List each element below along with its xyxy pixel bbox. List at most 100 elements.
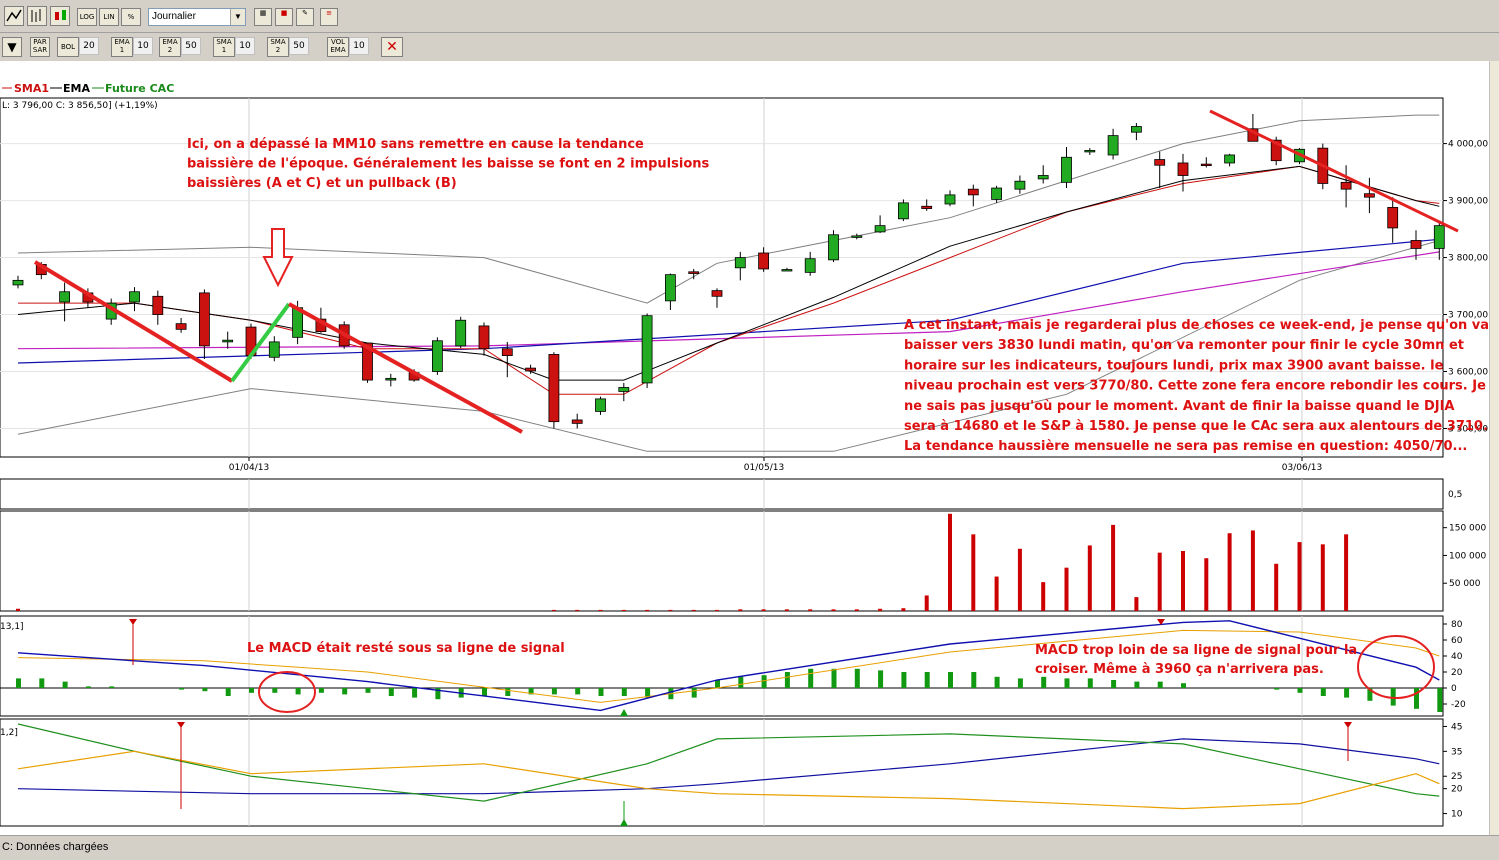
macd-histogram-bar bbox=[85, 686, 91, 688]
volume-bar bbox=[691, 609, 696, 611]
candle-body bbox=[618, 387, 630, 392]
macd-histogram-bar bbox=[482, 688, 487, 696]
candle-body bbox=[478, 325, 490, 350]
candle-body bbox=[1154, 159, 1166, 166]
dmi-tick-label: 45 bbox=[1451, 722, 1462, 732]
indicator-vol-ema[interactable]: VOL EMA bbox=[327, 37, 349, 57]
macd-histogram-bar bbox=[202, 688, 208, 692]
macd-histogram-bar bbox=[575, 688, 581, 695]
annotation-text-line: baissières (A et C) et un pullback (B) bbox=[187, 176, 457, 191]
chevron-down-icon[interactable]: ▼ bbox=[230, 9, 245, 25]
news-icon: ≡ bbox=[326, 9, 332, 17]
candle-body bbox=[431, 340, 443, 372]
indicator-bol-value[interactable]: 20 bbox=[79, 37, 99, 55]
macd-histogram-bar bbox=[1041, 676, 1047, 688]
indicator-sma1-value[interactable]: 10 bbox=[235, 37, 255, 55]
dmi-series-line bbox=[17, 723, 1440, 802]
volume-bar bbox=[1320, 544, 1325, 611]
volume-bar bbox=[808, 609, 813, 611]
macd-tick-label: 0 bbox=[1451, 684, 1457, 694]
indicator-ema1[interactable]: EMA 1 bbox=[111, 37, 133, 57]
indicator-toolbar: ▼ PAR SAR BOL 20 EMA 1 10 EMA 2 50 SMA 1… bbox=[0, 33, 1499, 62]
percent-scale-button[interactable]: % bbox=[121, 8, 141, 26]
annotation-text-line: niveau prochain est vers 3770/80. Cette … bbox=[904, 379, 1486, 394]
bar-chart-button[interactable] bbox=[27, 6, 47, 26]
annotation-text-line: Ici, on a dépassé la MM10 sans remettre … bbox=[187, 137, 644, 152]
candle-body bbox=[1061, 156, 1072, 183]
date-tick-label: 03/06/13 bbox=[1282, 463, 1322, 473]
indicator-ema1-value[interactable]: 10 bbox=[133, 37, 153, 55]
indicator-sma2[interactable]: SMA 2 bbox=[267, 37, 289, 57]
indicator-sma1[interactable]: SMA 1 bbox=[213, 37, 235, 57]
down-arrow-icon bbox=[262, 228, 294, 288]
trendline-pullback-b bbox=[230, 302, 291, 383]
indicator-ema2-value[interactable]: 50 bbox=[181, 37, 201, 55]
dmi-series-line bbox=[17, 738, 1440, 795]
volume-bar bbox=[1181, 551, 1185, 611]
color-button[interactable]: ■ bbox=[275, 8, 293, 26]
candle-body bbox=[1387, 207, 1399, 229]
macd-histogram-bar bbox=[342, 688, 348, 695]
log-scale-button[interactable]: LOG bbox=[77, 8, 97, 26]
chart-area[interactable]: SMA1 EMA Future CAC L: 3 796,00 C: 3 856… bbox=[0, 61, 1499, 835]
candle-body bbox=[198, 292, 210, 347]
indicator-ema2[interactable]: EMA 2 bbox=[159, 37, 181, 57]
volume-tick-label: 100 000 bbox=[1449, 551, 1486, 561]
volume-bar bbox=[901, 608, 906, 611]
annotation-macd-signal: Le MACD était resté sous sa ligne de sig… bbox=[247, 641, 565, 656]
volume-bar bbox=[971, 534, 976, 611]
volume-tick-label: 50 000 bbox=[1449, 579, 1481, 589]
candle-body bbox=[1014, 180, 1026, 190]
price-tick-label: 3 600,00 bbox=[1448, 368, 1488, 378]
macd-histogram-bar bbox=[318, 688, 324, 693]
volume-bar bbox=[551, 609, 556, 611]
indicator-psar[interactable]: PAR SAR bbox=[30, 37, 50, 57]
chart-legend: SMA1 EMA Future CAC L: 3 796,00 C: 3 856… bbox=[2, 82, 174, 111]
candle-body bbox=[874, 225, 886, 233]
crosshair-button[interactable]: ✕ bbox=[381, 37, 403, 57]
zoom-button[interactable]: ▦ bbox=[254, 8, 272, 26]
period-select[interactable]: Journalier ▼ bbox=[148, 8, 246, 26]
panel-frame bbox=[0, 718, 1444, 827]
macd-histogram-bar bbox=[109, 686, 115, 688]
vertical-scrollbar[interactable] bbox=[1489, 61, 1499, 835]
annotation-text-line: sera à 14680 et le S&P à 1580. Je pense … bbox=[904, 419, 1488, 434]
macd-histogram-bar bbox=[1297, 688, 1303, 693]
candle-body bbox=[1037, 175, 1049, 180]
candle-body bbox=[828, 234, 839, 261]
linear-scale-button[interactable]: LIN bbox=[99, 8, 119, 26]
indicator-vol-ema-value[interactable]: 10 bbox=[349, 37, 369, 55]
macd-histogram-bar bbox=[295, 688, 301, 695]
line-chart-icon bbox=[6, 9, 22, 22]
candle-body bbox=[1200, 163, 1212, 167]
palette-icon: ■ bbox=[280, 9, 288, 17]
macd-histogram-bar bbox=[1064, 678, 1070, 688]
candle-body bbox=[1084, 150, 1096, 153]
volume-bar bbox=[784, 609, 789, 611]
chart-svg[interactable]: SMA1 EMA Future CAC L: 3 796,00 C: 3 856… bbox=[0, 61, 1490, 835]
candle-body bbox=[1224, 154, 1235, 164]
volume-bar bbox=[1274, 563, 1279, 611]
macd-histogram-bar bbox=[994, 676, 1000, 688]
macd-histogram-bar bbox=[1017, 678, 1023, 688]
annotation-outlook: A cet instant, mais je regarderai plus d… bbox=[904, 318, 1489, 454]
annotation-text-line: baissière de l'époque. Généralement les … bbox=[187, 157, 710, 172]
macd-histogram-bar bbox=[551, 688, 557, 695]
candle-body bbox=[665, 274, 676, 302]
dmi-tick-label: 20 bbox=[1451, 785, 1463, 795]
zoom-icon: ▦ bbox=[259, 9, 267, 17]
ohlc-bars-icon bbox=[31, 9, 41, 22]
candle-chart-button[interactable] bbox=[50, 6, 70, 26]
line-chart-button[interactable] bbox=[4, 6, 24, 26]
macd-histogram-bar bbox=[878, 670, 884, 688]
news-button[interactable]: ≡ bbox=[320, 8, 338, 26]
draw-button[interactable]: ✎ bbox=[296, 8, 314, 26]
macd-tick-label: 20 bbox=[1451, 668, 1463, 678]
filter-button[interactable]: ▼ bbox=[2, 37, 22, 57]
indicator-sma2-value[interactable]: 50 bbox=[289, 37, 309, 55]
indicator-bol[interactable]: BOL bbox=[57, 37, 79, 57]
volume-tick-label: 150 000 bbox=[1449, 524, 1486, 534]
macd-histogram-bar bbox=[1320, 688, 1326, 696]
dmi-series-line bbox=[17, 750, 1440, 810]
annotation-text-line: baisser vers 3830 lundi matin, qu'on va … bbox=[904, 338, 1464, 353]
